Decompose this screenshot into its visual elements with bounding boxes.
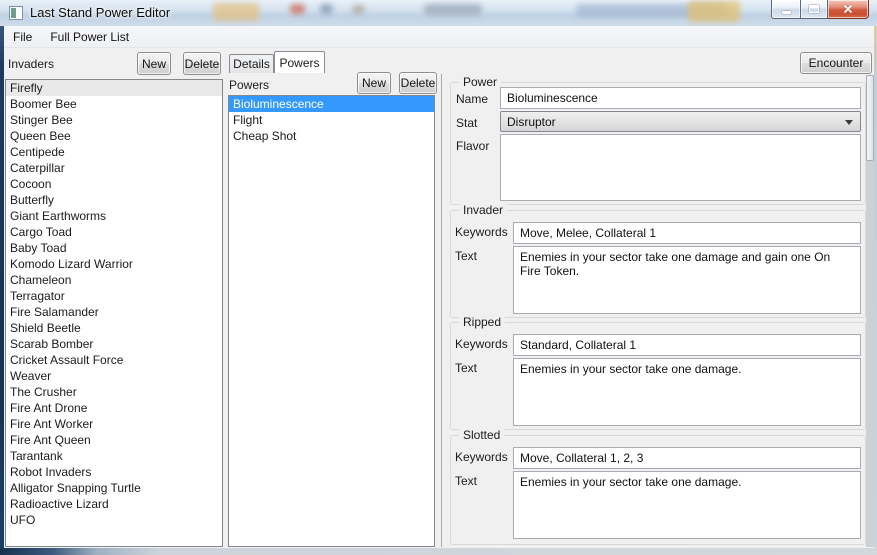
list-item[interactable]: Robot Invaders (6, 464, 222, 480)
invader-keywords-label: Keywords (455, 225, 508, 239)
list-item[interactable]: Caterpillar (6, 160, 222, 176)
power-groupbox: Power Name Bioluminescence Stat Disrupto… (450, 75, 866, 205)
invader-text-textarea[interactable]: Enemies in your sector take one damage a… (513, 246, 861, 314)
list-item[interactable]: Chameleon (6, 272, 222, 288)
menu-file[interactable]: File (4, 27, 41, 47)
titlebar-glass-blob (290, 4, 305, 14)
list-item[interactable]: Cricket Assault Force (6, 352, 222, 368)
list-item[interactable]: Fire Ant Queen (6, 432, 222, 448)
minimize-button[interactable] (771, 0, 800, 19)
window-title: Last Stand Power Editor (30, 5, 171, 20)
invaders-listbox[interactable]: Firefly Boomer Bee Stinger Bee Queen Bee Cen… (5, 79, 223, 547)
list-item[interactable]: Fire Ant Drone (6, 400, 222, 416)
ripped-groupbox: Ripped Keywords Standard, Collateral 1 T… (450, 315, 866, 430)
list-item[interactable]: Firefly (6, 80, 222, 96)
slotted-keywords-input[interactable]: Move, Collateral 1, 2, 3 (513, 447, 861, 469)
list-item[interactable]: Baby Toad (6, 240, 222, 256)
list-item[interactable]: Centipede (6, 144, 222, 160)
invader-groupbox: Invader Keywords Move, Melee, Collateral… (450, 203, 866, 318)
menubar: File Full Power List (4, 26, 874, 48)
slotted-text-label: Text (455, 474, 478, 488)
stat-select[interactable]: Disruptor (500, 111, 861, 132)
ripped-keywords-input[interactable]: Standard, Collateral 1 (513, 334, 861, 356)
titlebar-glass-blob (424, 4, 482, 15)
list-item[interactable]: Alligator Snapping Turtle (6, 480, 222, 496)
list-item[interactable]: Butterfly (6, 192, 222, 208)
list-item[interactable]: Queen Bee (6, 128, 222, 144)
stat-selected-value: Disruptor (507, 114, 556, 129)
invaders-label: Invaders (8, 57, 55, 71)
menu-full-power-list[interactable]: Full Power List (41, 27, 138, 47)
invader-delete-button[interactable]: Delete (183, 52, 221, 75)
list-item[interactable]: Scarab Bomber (6, 336, 222, 352)
close-icon (842, 3, 854, 15)
list-item[interactable]: Cargo Toad (6, 224, 222, 240)
list-item[interactable]: Boomer Bee (6, 96, 222, 112)
list-item[interactable]: Cheap Shot (229, 128, 434, 144)
slotted-text-textarea[interactable]: Enemies in your sector take one damage. (513, 471, 861, 539)
titlebar[interactable]: Last Stand Power Editor (0, 0, 877, 26)
maximize-button[interactable] (800, 0, 828, 19)
powers-label: Powers (229, 78, 270, 92)
titlebar-glass-blob (320, 4, 333, 14)
list-item[interactable]: Fire Ant Worker (6, 416, 222, 432)
invader-new-button[interactable]: New (137, 52, 171, 75)
power-group-title: Power (459, 75, 502, 89)
window-bottom-border (0, 548, 877, 555)
tab-details[interactable]: Details (229, 54, 274, 73)
list-item[interactable]: Weaver (6, 368, 222, 384)
name-label: Name (456, 92, 489, 106)
power-delete-button[interactable]: Delete (399, 72, 437, 94)
list-item[interactable]: Flight (229, 112, 434, 128)
right-panel-scrollbar[interactable] (866, 75, 874, 547)
encounter-button[interactable]: Encounter (800, 52, 872, 74)
tab-powers[interactable]: Powers (274, 51, 325, 73)
name-input[interactable]: Bioluminescence (500, 87, 861, 109)
list-item[interactable]: Fire Salamander (6, 304, 222, 320)
app-icon (9, 6, 23, 20)
list-item[interactable]: Bioluminescence (229, 96, 434, 112)
list-item[interactable]: Shield Beetle (6, 320, 222, 336)
panel-divider (441, 74, 442, 547)
ripped-group-title: Ripped (459, 315, 506, 329)
titlebar-glass-blob (352, 5, 365, 14)
maximize-icon (809, 5, 819, 13)
flavor-textarea[interactable] (500, 134, 861, 201)
flavor-label: Flavor (456, 139, 490, 153)
list-item[interactable]: Stinger Bee (6, 112, 222, 128)
list-item[interactable]: Tarantank (6, 448, 222, 464)
window-left-border (0, 0, 4, 555)
minimize-icon (781, 10, 791, 14)
slotted-keywords-label: Keywords (455, 450, 508, 464)
titlebar-glass-blob (688, 1, 740, 22)
slotted-groupbox: Slotted Keywords Move, Collateral 1, 2, … (450, 428, 866, 545)
list-item[interactable]: UFO (6, 512, 222, 528)
invader-text-label: Text (455, 249, 478, 263)
power-new-button[interactable]: New (357, 72, 391, 94)
list-item[interactable]: Radioactive Lizard (6, 496, 222, 512)
ripped-keywords-label: Keywords (455, 337, 508, 351)
powers-listbox[interactable]: Bioluminescence Flight Cheap Shot (228, 95, 435, 547)
list-item[interactable]: The Crusher (6, 384, 222, 400)
list-item[interactable]: Giant Earthworms (6, 208, 222, 224)
scrollbar-thumb[interactable] (866, 75, 874, 161)
titlebar-glass-blob (213, 3, 259, 21)
list-item[interactable]: Terragator (6, 288, 222, 304)
ripped-text-label: Text (455, 361, 478, 375)
window-controls (771, 0, 869, 19)
invader-keywords-input[interactable]: Move, Melee, Collateral 1 (513, 222, 861, 244)
list-item[interactable]: Komodo Lizard Warrior (6, 256, 222, 272)
list-item[interactable]: Cocoon (6, 176, 222, 192)
ripped-text-textarea[interactable]: Enemies in your sector take one damage. (513, 358, 861, 426)
close-button[interactable] (828, 0, 869, 19)
slotted-group-title: Slotted (459, 428, 505, 442)
chevron-down-icon (845, 120, 853, 125)
stat-label: Stat (456, 116, 478, 130)
invader-group-title: Invader (459, 203, 508, 217)
